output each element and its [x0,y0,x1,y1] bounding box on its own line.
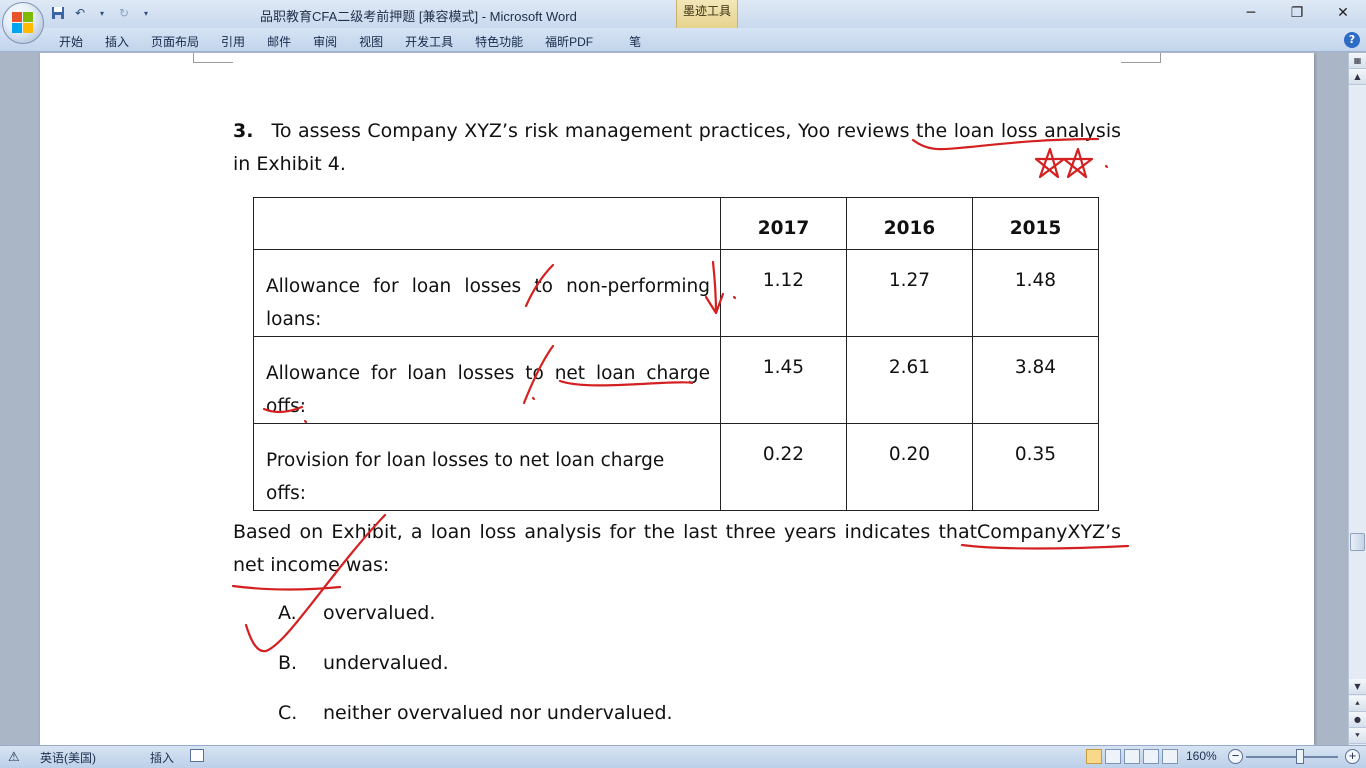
table-cell: 3.84 [972,336,1099,424]
language-indicator[interactable]: 英语(美国) [40,749,96,766]
table-cell: 1.48 [972,249,1099,337]
tab-page-layout[interactable]: 页面布局 [140,31,210,52]
zoom-slider-track[interactable] [1246,756,1338,758]
option-letter: A. [278,602,297,624]
draft-view-icon[interactable] [1162,749,1178,764]
view-buttons [1086,749,1178,764]
document-page[interactable]: 3. To assess Company XYZ’s risk managemen… [40,53,1314,745]
undo-dropdown-icon[interactable]: ▾ [94,5,110,21]
previous-page-icon[interactable]: ⯅ [1349,696,1366,712]
tab-review[interactable]: 审阅 [302,31,348,52]
ink-underline-income-was [231,584,342,591]
crop-mark-right [1121,53,1161,63]
table-row: Allowance for loan losses to net loan ch… [253,336,1099,424]
ribbon-tab-bar: 开始 插入 页面布局 引用 邮件 审阅 视图 开发工具 特色功能 福昕PDF 笔… [0,28,1366,52]
document-workspace: 3. To assess Company XYZ’s risk managemen… [0,53,1348,745]
select-browse-object-icon[interactable]: ● [1349,712,1366,728]
ruler-toggle-icon[interactable]: ▦ [1349,53,1366,69]
minimize-button[interactable]: ─ [1228,0,1274,26]
option-text: neither overvalued nor undervalued. [323,702,673,724]
crop-mark-left-vert [193,53,194,63]
zoom-level[interactable]: 160% [1186,749,1217,763]
title-bar: ↶ ▾ ↻ ▾ 品职教育CFA二级考前押题 [兼容模式] - Microsoft… [0,0,1366,28]
quick-access-toolbar: ↶ ▾ ↻ ▾ [50,5,154,21]
table-cell: 0.35 [972,423,1099,511]
tab-references[interactable]: 引用 [210,31,256,52]
table-header-row: 2017 2016 2015 [253,197,1099,250]
help-icon[interactable]: ? [1344,32,1360,48]
tab-home[interactable]: 开始 [48,31,94,52]
table-cell: 0.22 [720,423,847,511]
option-text: undervalued. [323,652,449,674]
web-layout-view-icon[interactable] [1124,749,1140,764]
outline-view-icon[interactable] [1143,749,1159,764]
table-cell: 1.12 [720,249,847,337]
office-button[interactable] [2,2,44,44]
status-bar: ⚠ 英语(美国) 插入 160% − + [0,745,1366,768]
customize-toolbar-icon[interactable]: ▾ [138,5,154,21]
answer-option-c: C. neither overvalued nor undervalued. [278,702,673,724]
table-cell: 2.61 [846,336,973,424]
answer-option-b: B. undervalued. [278,652,449,674]
print-layout-view-icon[interactable] [1086,749,1102,764]
scroll-up-icon[interactable]: ▲ [1349,69,1366,85]
question-text: To assess Company XYZ’s risk management … [233,120,1121,175]
window-controls: ─ ❐ ✕ [1228,0,1366,26]
window-title: 品职教育CFA二级考前押题 [兼容模式] - Microsoft Word [260,9,577,24]
tab-insert[interactable]: 插入 [94,31,140,52]
table-header-year: 2017 [720,197,847,250]
option-letter: B. [278,652,298,674]
table-cell: 0.20 [846,423,973,511]
table-cell: 1.45 [720,336,847,424]
table-row-label: Provision for loan losses to net loan ch… [253,423,721,511]
tab-foxit-pdf[interactable]: 福昕PDF [534,31,604,52]
table-row: Allowance for loan losses to non-perform… [253,249,1099,337]
option-letter: C. [278,702,298,724]
question-paragraph: 3. To assess Company XYZ’s risk managemen… [233,115,1121,181]
zoom-out-button[interactable]: − [1228,749,1243,764]
tab-mailings[interactable]: 邮件 [256,31,302,52]
vertical-scrollbar[interactable]: ▦ ▲ ▼ ⯅ ● ⯆ [1348,53,1366,745]
scroll-down-icon[interactable]: ▼ [1349,679,1366,695]
table-header-year: 2016 [846,197,973,250]
save-icon[interactable] [50,5,66,21]
tab-pen[interactable]: 笔 [618,31,652,52]
insert-mode-indicator[interactable]: 插入 [150,749,174,766]
scroll-thumb[interactable] [1350,533,1365,551]
zoom-in-button[interactable]: + [1345,749,1360,764]
restore-button[interactable]: ❐ [1274,0,1320,26]
full-screen-reading-view-icon[interactable] [1105,749,1121,764]
ink-tools-context-tab: 墨迹工具 [676,0,738,28]
undo-icon[interactable]: ↶ [72,5,88,21]
option-text: overvalued. [323,602,436,624]
table-row-label: Allowance for loan losses to non-perform… [253,249,721,337]
table-row: Provision for loan losses to net loan ch… [253,423,1099,511]
exhibit-table: 2017 2016 2015 Allowance for loan losses… [253,197,1099,511]
question-number: 3. [233,120,254,142]
spelling-status-icon[interactable]: ⚠ [8,749,20,765]
answer-option-a: A. overvalued. [278,602,435,624]
office-logo-icon [12,12,34,34]
table-cell: 1.27 [846,249,973,337]
next-page-icon[interactable]: ⯆ [1349,728,1366,744]
crop-mark-right-vert [1160,53,1161,63]
tab-features[interactable]: 特色功能 [464,31,534,52]
macro-record-icon[interactable] [190,749,204,762]
tab-view[interactable]: 视图 [348,31,394,52]
table-row-label: Allowance for loan losses to net loan ch… [253,336,721,424]
table-header-empty [253,197,721,250]
close-button[interactable]: ✕ [1320,0,1366,26]
crop-mark-left [193,53,233,63]
zoom-slider-knob[interactable] [1296,749,1304,764]
redo-icon[interactable]: ↻ [116,5,132,21]
tab-developer[interactable]: 开发工具 [394,31,464,52]
table-header-year: 2015 [972,197,1099,250]
follow-up-paragraph: Based on Exhibit, a loan loss analysis f… [233,521,1121,576]
